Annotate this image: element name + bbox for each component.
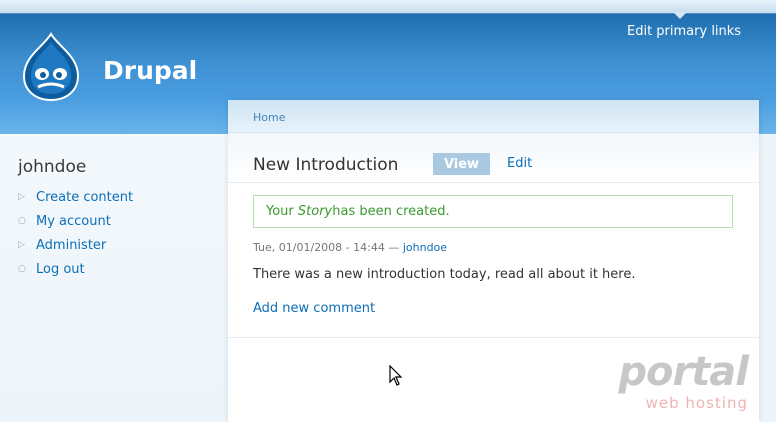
header-top-strip xyxy=(0,0,776,13)
node-body: There was a new introduction today, read… xyxy=(253,267,636,282)
sidebar-item-create-content[interactable]: ▷ Create content xyxy=(18,185,133,209)
sidebar-item-label[interactable]: My account xyxy=(36,214,111,229)
page-title: New Introduction xyxy=(253,155,399,175)
submitted-info: Tue, 01/01/2008 - 14:44 — johndoe xyxy=(253,241,447,254)
tab-edit[interactable]: Edit xyxy=(507,156,532,171)
sidebar-item-label[interactable]: Create content xyxy=(36,190,133,205)
author-link[interactable]: johndoe xyxy=(403,241,447,254)
breadcrumb-home-link[interactable]: Home xyxy=(253,111,285,124)
user-menu: ▷ Create content ○ My account ▷ Administ… xyxy=(18,185,133,281)
content-divider xyxy=(228,337,759,338)
sidebar: johndoe ▷ Create content ○ My account ▷ … xyxy=(0,134,228,422)
breadcrumb: Home xyxy=(228,100,759,133)
sidebar-username: johndoe xyxy=(18,157,87,177)
status-suffix: has been created. xyxy=(332,204,450,219)
portal-watermark: portal web hosting xyxy=(598,349,749,414)
site-name[interactable]: Drupal xyxy=(103,56,197,85)
title-area: New Introduction View Edit xyxy=(228,133,759,183)
submitted-date: Tue, 01/01/2008 - 14:44 — xyxy=(253,241,403,254)
add-new-comment-link[interactable]: Add new comment xyxy=(253,301,375,316)
status-message: Your Story has been created. xyxy=(253,195,733,228)
sidebar-item-label[interactable]: Log out xyxy=(36,262,85,277)
sidebar-item-administer[interactable]: ▷ Administer xyxy=(18,233,133,257)
triangle-bullet-icon: ▷ xyxy=(18,240,25,250)
sidebar-item-my-account[interactable]: ○ My account xyxy=(18,209,133,233)
watermark-brand: portal xyxy=(618,349,749,395)
watermark-subtitle: web hosting xyxy=(645,394,748,412)
status-content-type: Story xyxy=(297,204,333,219)
circle-bullet-icon: ○ xyxy=(18,264,26,274)
status-prefix: Your xyxy=(266,204,294,219)
sidebar-item-label[interactable]: Administer xyxy=(36,238,106,253)
edit-primary-links-link[interactable]: Edit primary links xyxy=(627,24,741,39)
mouse-cursor-icon xyxy=(389,365,403,386)
sidebar-item-log-out[interactable]: ○ Log out xyxy=(18,257,133,281)
circle-bullet-icon: ○ xyxy=(18,216,26,226)
tab-view[interactable]: View xyxy=(433,153,490,175)
primary-links-notch xyxy=(673,12,687,19)
triangle-bullet-icon: ▷ xyxy=(18,192,25,202)
drupal-drop-icon[interactable] xyxy=(18,32,84,102)
